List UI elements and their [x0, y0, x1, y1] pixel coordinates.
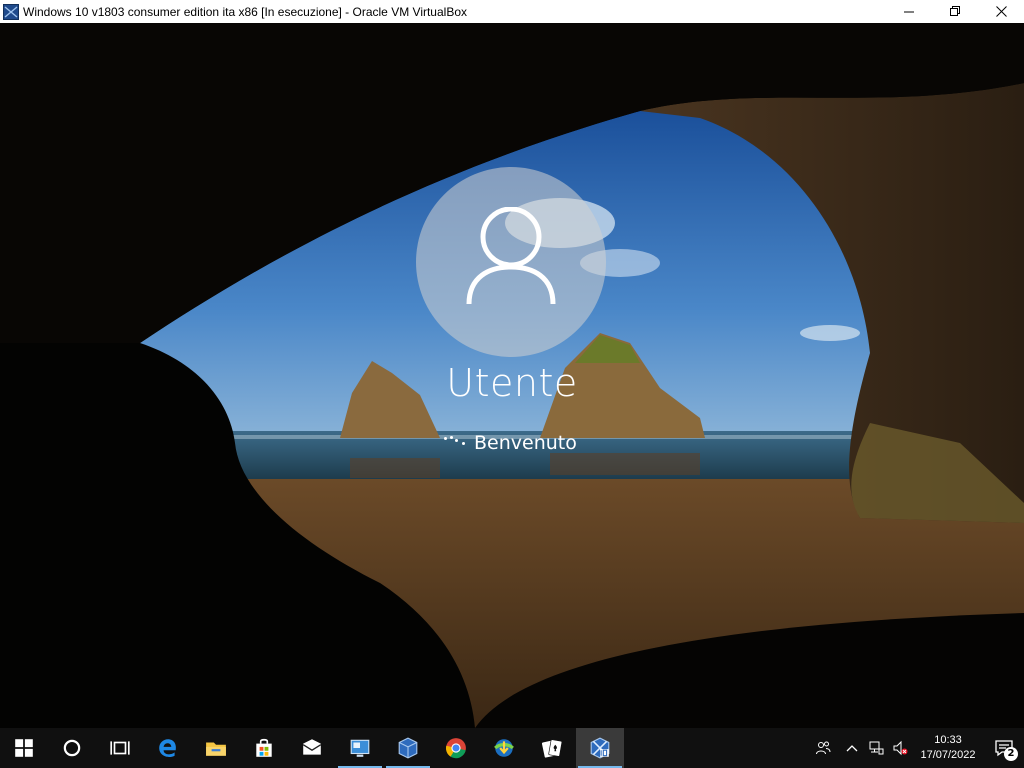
download-manager-icon	[494, 739, 514, 757]
edge-icon	[159, 739, 176, 757]
taskbar-download-manager[interactable]	[480, 728, 528, 768]
minimize-icon	[903, 11, 914, 13]
restore-icon	[949, 6, 960, 16]
network-button[interactable]	[864, 728, 888, 768]
taskbar-solitaire[interactable]	[528, 728, 576, 768]
cortana-icon	[63, 739, 81, 757]
taskbar-clock[interactable]: 10:33 17/07/2022	[912, 728, 984, 768]
virtualbox-icon	[3, 3, 19, 20]
network-icon	[869, 741, 884, 755]
taskbar-chrome[interactable]	[432, 728, 480, 768]
taskbar-edge[interactable]	[144, 728, 192, 768]
chrome-icon	[446, 738, 466, 759]
mail-icon	[302, 739, 322, 755]
action-center-button[interactable]: 2	[984, 728, 1024, 768]
task-view-icon	[110, 741, 130, 755]
people-icon	[816, 741, 831, 755]
close-icon	[995, 6, 1007, 17]
signin-status: Benvenuto	[440, 428, 577, 458]
taskbar-windows10-vm[interactable]	[576, 728, 624, 768]
store-icon	[256, 738, 272, 757]
taskbar-store[interactable]	[240, 728, 288, 768]
close-button[interactable]	[978, 0, 1024, 23]
system-tray: 10:33 17/07/2022 2	[806, 728, 1024, 768]
virtualbox-icon	[398, 737, 418, 759]
taskbar-remote-desktop[interactable]	[336, 728, 384, 768]
loading-spinner-icon	[440, 433, 466, 453]
clock-time: 10:33	[934, 734, 962, 746]
taskbar-file-explorer[interactable]	[192, 728, 240, 768]
cortana-button[interactable]	[48, 728, 96, 768]
lock-screen: Utente Benvenuto	[0, 23, 1024, 728]
welcome-text: Benvenuto	[474, 432, 577, 454]
chevron-up-icon	[846, 745, 858, 752]
user-avatar	[416, 167, 606, 357]
show-hidden-icons-button[interactable]	[840, 728, 864, 768]
clock-date: 17/07/2022	[920, 749, 976, 761]
notification-badge: 2	[1004, 747, 1018, 761]
file-explorer-icon	[206, 742, 226, 756]
taskbar-mail[interactable]	[288, 728, 336, 768]
user-name: Utente	[446, 361, 578, 405]
user-icon	[466, 207, 556, 305]
volume-button[interactable]	[888, 728, 912, 768]
start-button[interactable]	[0, 728, 48, 768]
minimize-button[interactable]	[886, 0, 932, 23]
solitaire-icon	[541, 739, 563, 758]
taskbar: 10:33 17/07/2022 2	[0, 728, 1024, 768]
window-title: Windows 10 v1803 consumer edition ita x8…	[23, 4, 467, 19]
taskbar-virtualbox[interactable]	[384, 728, 432, 768]
task-view-button[interactable]	[96, 728, 144, 768]
remote-desktop-icon	[350, 739, 370, 757]
window-titlebar[interactable]: Windows 10 v1803 consumer edition ita x8…	[0, 0, 1024, 23]
volume-muted-icon	[893, 740, 908, 756]
people-button[interactable]	[806, 728, 840, 768]
restore-button[interactable]	[932, 0, 978, 23]
start-icon	[15, 739, 33, 757]
windows10-vm-icon	[590, 737, 610, 759]
